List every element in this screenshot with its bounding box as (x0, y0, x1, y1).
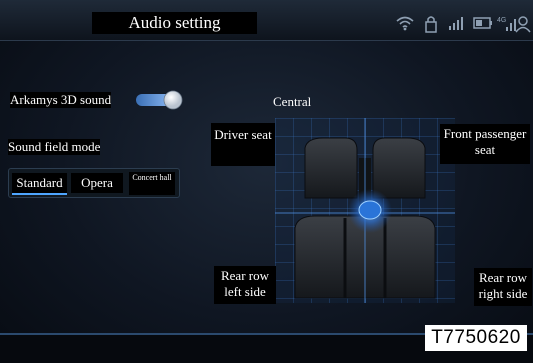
user-icon (515, 15, 531, 33)
zone-driver-seat[interactable]: Driver seat (211, 123, 275, 166)
option-concert-hall[interactable]: Concert hall (129, 172, 175, 195)
signal-icon (447, 15, 469, 33)
option-standard[interactable]: Standard (12, 173, 67, 195)
arkamys-toggle[interactable] (135, 90, 183, 110)
header-bar: Audio setting 4G (0, 0, 533, 41)
figure-code: T7750620 (425, 325, 527, 351)
lock-icon (424, 15, 438, 33)
zone-rear-left[interactable]: Rear row left side (214, 266, 276, 304)
sound-field-label: Sound field mode (8, 139, 101, 155)
zone-central[interactable]: Central (273, 94, 311, 110)
wifi-icon (395, 15, 415, 33)
zone-front-passenger[interactable]: Front passenger seat (440, 124, 530, 164)
battery-icon (472, 15, 494, 33)
audio-setting-screen: Audio setting 4G Arkamys 3D sound Centra… (0, 0, 533, 363)
car-seats-illustration (275, 118, 455, 303)
sound-field-selector: Standard Opera Concert hall (8, 168, 180, 198)
seat-map[interactable] (275, 118, 455, 303)
svg-text:4G: 4G (497, 17, 506, 24)
zone-rear-right[interactable]: Rear row right side (474, 268, 532, 306)
option-opera[interactable]: Opera (71, 173, 123, 193)
page-title: Audio setting (92, 12, 257, 34)
arkamys-label: Arkamys 3D sound (10, 92, 112, 108)
